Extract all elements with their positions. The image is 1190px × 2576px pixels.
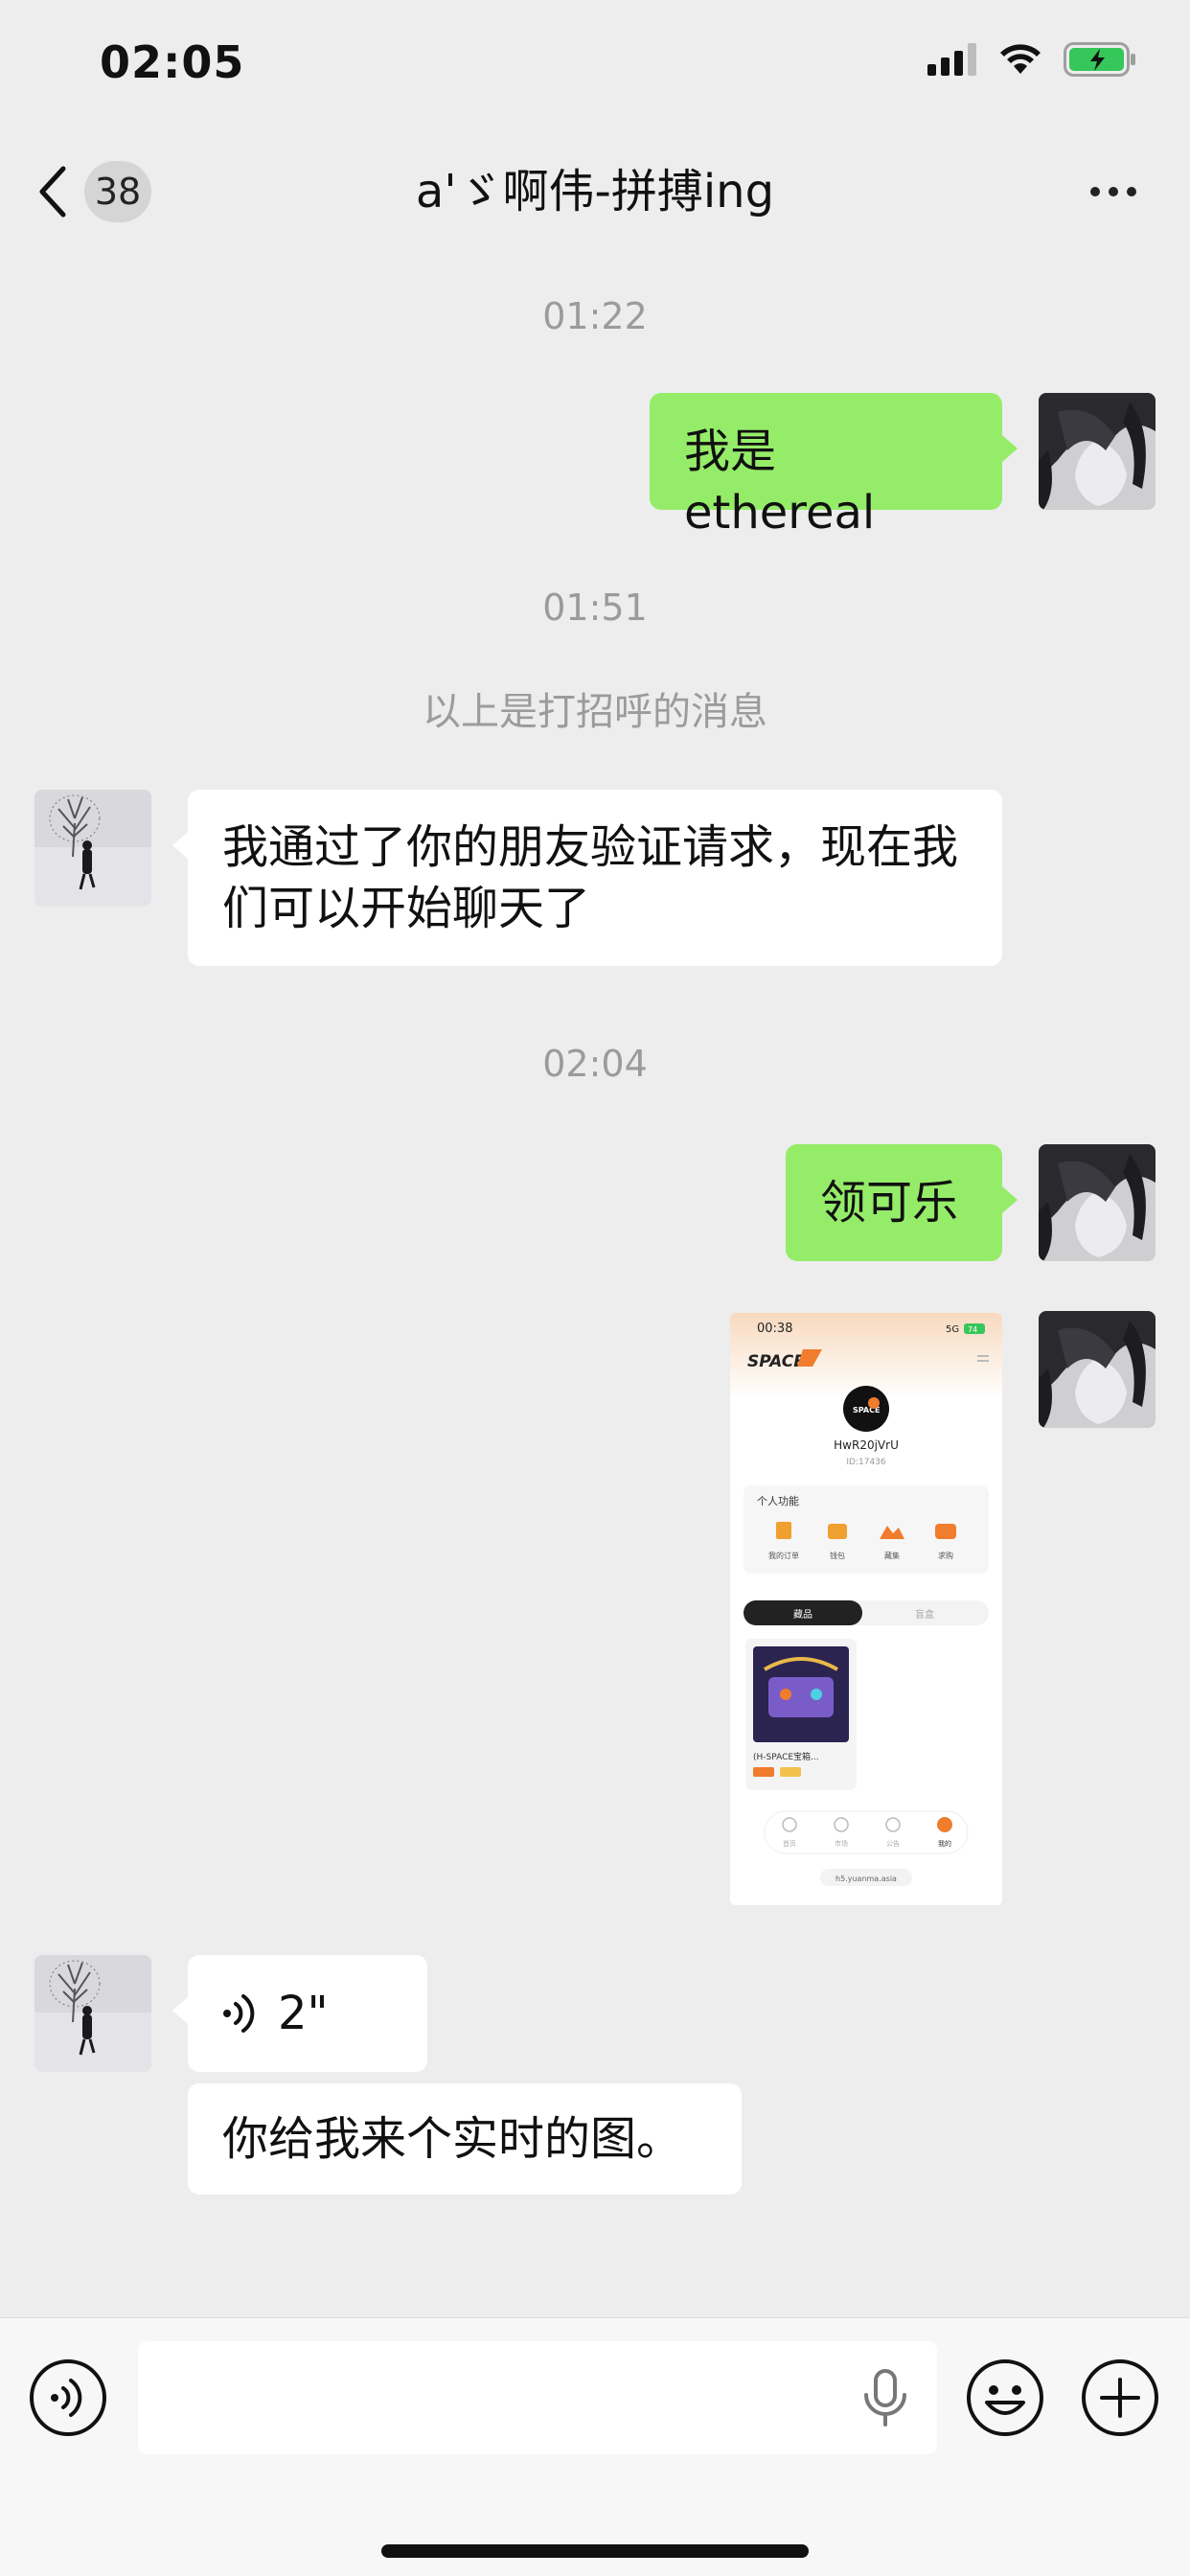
wifi-icon (1000, 44, 1041, 74)
voice-duration: 2" (278, 1987, 329, 2040)
my-avatar[interactable] (1039, 393, 1156, 510)
anime-avatar-image (1039, 393, 1156, 510)
contact-avatar[interactable] (34, 790, 151, 907)
sent-message-bubble[interactable]: 我是 ethereal (650, 393, 1018, 540)
more-dot (1127, 187, 1136, 196)
input-toolbar (0, 2317, 1190, 2576)
anime-avatar-image (1039, 1144, 1156, 1261)
image-message[interactable]: 00:38 5G 74 SPACE SPACE HwR20jVrU ID:174… (730, 1313, 1002, 1905)
more-dot (1109, 187, 1118, 196)
plus-icon[interactable] (1081, 2358, 1159, 2437)
message-text: 我是 ethereal (684, 425, 876, 540)
signal-icon (927, 43, 976, 76)
app-screenshot-thumbnail: 00:38 5G 74 SPACE SPACE HwR20jVrU ID:174… (730, 1313, 1002, 1905)
thumb-nav-0: 首页 (783, 1839, 796, 1848)
voice-message-bubble[interactable]: 2" (172, 1955, 427, 2072)
thumb-nav-1: 市场 (835, 1839, 848, 1848)
thumb-nav-3: 我的 (938, 1839, 951, 1848)
voice-wave-icon (223, 1994, 255, 2033)
thumb-function-3: 求购 (938, 1551, 953, 1560)
snow-tree-avatar-image (34, 1955, 151, 2072)
thumb-battery: 74 (968, 1325, 977, 1334)
message-input[interactable] (138, 2341, 937, 2454)
more-options-button[interactable] (1075, 161, 1152, 222)
thumb-section-title: 个人功能 (757, 1494, 799, 1507)
status-icons (927, 42, 1136, 77)
received-message-bubble[interactable]: 我通过了你的朋友验证请求，现在我们可以开始聊天了 (172, 790, 1002, 966)
my-avatar[interactable] (1039, 1311, 1156, 1428)
received-message-bubble[interactable]: 你给我来个实时的图。 (188, 2083, 742, 2195)
thumb-user-id: ID:17436 (846, 1458, 886, 1467)
timestamp: 01:22 (542, 295, 648, 337)
home-indicator (381, 2544, 809, 2558)
chat-title: a'ゞ啊伟-拼搏ing (415, 165, 775, 218)
message-text: 我通过了你的朋友验证请求，现在我们可以开始聊天了 (222, 820, 959, 935)
thumb-function-2: 藏集 (884, 1551, 900, 1560)
status-time: 02:05 (100, 36, 245, 88)
emoji-icon[interactable] (966, 2358, 1044, 2437)
status-bar: 02:05 (0, 0, 1190, 125)
message-list[interactable]: 01:22 我是 ethereal 01:51 以上是打招呼的消息 我通过了你的… (0, 278, 1190, 2317)
battery-charging-icon (1064, 42, 1135, 77)
thumb-function-1: 钱包 (830, 1551, 845, 1560)
chat-screen: 02:05 38 a'ゞ啊伟-拼搏ing 01:22 我是 ethereal 0… (0, 0, 1190, 2576)
message-text: 领可乐 (820, 1176, 959, 1230)
microphone-icon[interactable] (860, 2368, 910, 2427)
thumb-url: h5.yuanma.asia (835, 1874, 897, 1883)
sent-message-bubble[interactable]: 领可乐 (786, 1144, 1018, 1261)
timestamp: 01:51 (542, 586, 648, 629)
thumb-tab-active: 藏品 (793, 1609, 812, 1621)
my-avatar[interactable] (1039, 1144, 1156, 1261)
thumb-network: 5G (946, 1324, 959, 1335)
thumb-tab-inactive: 盲盒 (915, 1608, 934, 1621)
thumb-function-0: 我的订单 (768, 1551, 799, 1560)
timestamp: 02:04 (542, 1043, 648, 1085)
contact-avatar[interactable] (34, 1955, 151, 2072)
more-dot (1090, 187, 1100, 196)
thumb-item-name: (H-SPACE宝箱... (753, 1751, 819, 1762)
navigation-bar: 38 a'ゞ啊伟-拼搏ing (0, 144, 1190, 240)
voice-input-toggle-icon[interactable] (29, 2358, 107, 2437)
thumb-username: HwR20jVrU (834, 1438, 899, 1452)
anime-avatar-image (1039, 1311, 1156, 1428)
message-text: 你给我来个实时的图。 (222, 2112, 683, 2166)
thumb-time: 00:38 (757, 1322, 792, 1336)
snow-tree-avatar-image (34, 790, 151, 907)
thumb-brand: SPACE (747, 1352, 805, 1371)
thumb-nav-2: 公告 (886, 1839, 900, 1848)
system-message: 以上是打招呼的消息 (423, 690, 767, 734)
